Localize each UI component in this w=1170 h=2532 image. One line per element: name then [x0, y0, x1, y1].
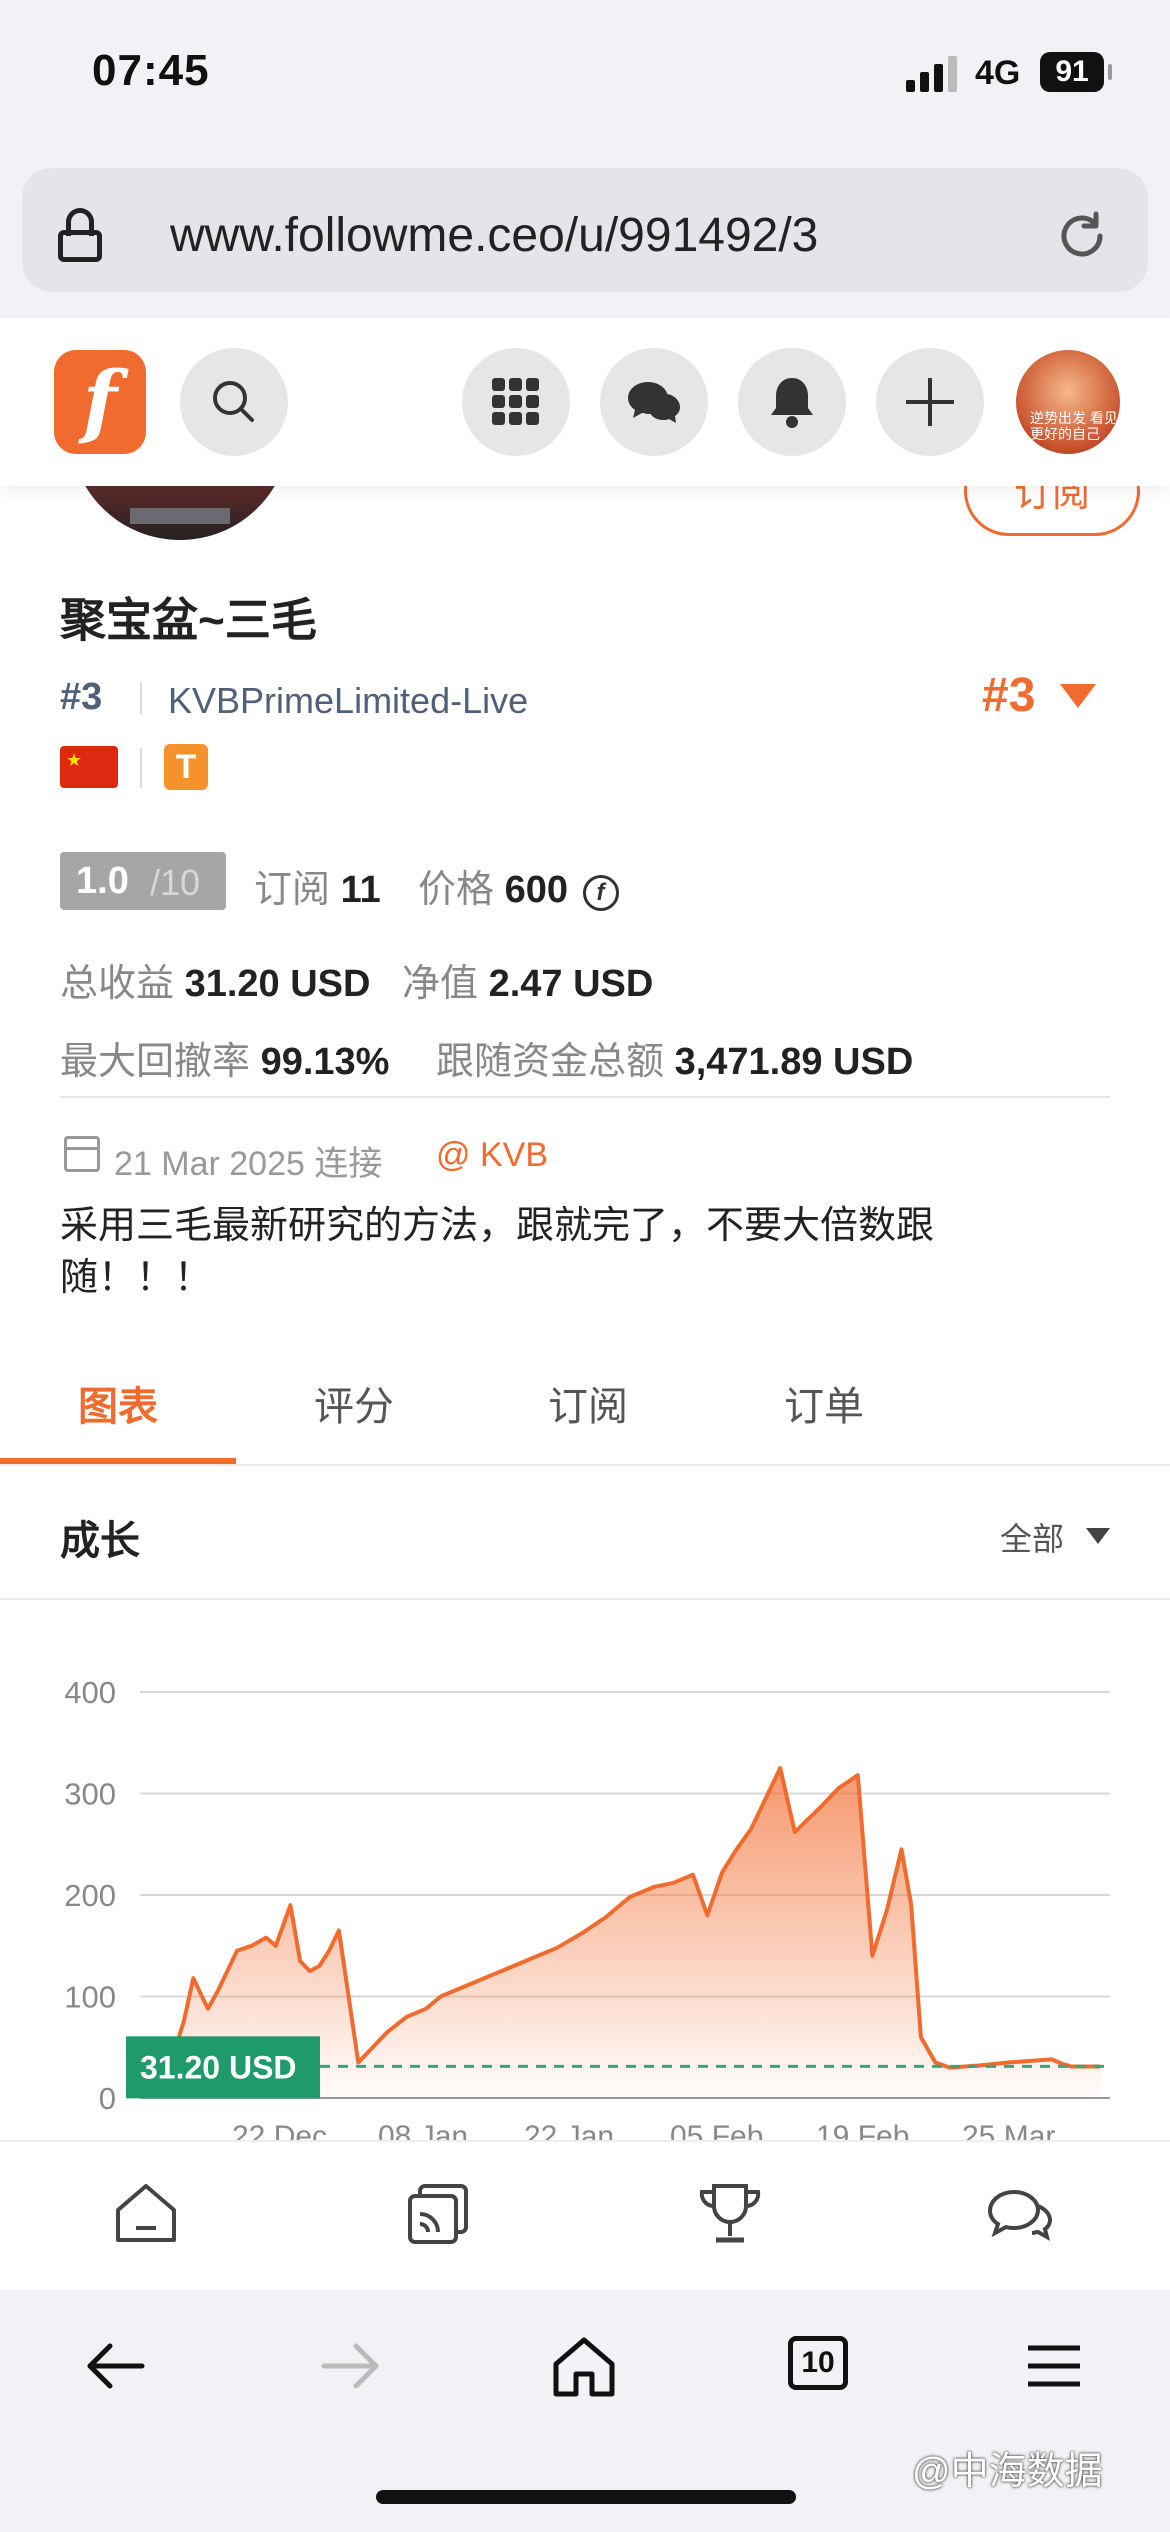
subscribers-stat: 订阅 11: [254, 858, 381, 913]
lock-icon: [58, 208, 102, 262]
trader-name: 聚宝盆~三毛: [60, 594, 317, 646]
messages-button[interactable]: [600, 348, 708, 456]
y-tick-label: 0: [99, 2081, 116, 2116]
net-value-stat: 净值 2.47 USD: [402, 952, 653, 1007]
score-badge: 1.0 /10: [60, 852, 226, 910]
chat-bubbles-icon: [628, 382, 680, 423]
strategy-description: 采用三毛最新研究的方法，跟就完了，不要大倍数跟随！！！: [60, 1205, 935, 1299]
total-profit-label: 总收益: [60, 963, 175, 1005]
address-bar[interactable]: www.followme.ceo/u/991492/3: [22, 168, 1148, 292]
y-tick-label: 100: [64, 1980, 116, 2015]
follow-funds-value: 3,471.89 USD: [674, 1041, 914, 1083]
app-header: f 逆势出发 看见更好的自己: [0, 318, 1170, 486]
max-drawdown-value: 99.13%: [260, 1041, 390, 1083]
connect-date: 21 Mar 2025 连接: [114, 1145, 383, 1183]
broker-account: KVBPrimeLimited-Live: [168, 680, 529, 721]
net-value-label: 净值: [402, 963, 479, 1005]
search-icon: [213, 381, 254, 422]
current-value-label: 31.20 USD: [140, 2049, 297, 2085]
x-tick-label: 25 Mar: [962, 2120, 1055, 2140]
user-avatar[interactable]: 逆势出发 看见更好的自己: [1016, 350, 1120, 454]
feed-icon[interactable]: [402, 2178, 474, 2250]
trophy-icon[interactable]: [694, 2178, 766, 2250]
follow-funds-stat: 跟随资金总额 3,471.89 USD: [436, 1030, 913, 1085]
notifications-button[interactable]: [738, 348, 846, 456]
bell-icon: [771, 378, 813, 428]
max-drawdown-stat: 最大回撤率 99.13%: [60, 1030, 389, 1085]
menu-icon[interactable]: [1018, 2330, 1090, 2402]
forward-icon[interactable]: [314, 2330, 386, 2402]
china-flag-icon: ★: [60, 746, 118, 788]
followme-logo[interactable]: f: [54, 350, 146, 454]
x-tick-label: 08 Jan: [378, 2120, 468, 2140]
reload-icon[interactable]: [1054, 208, 1110, 264]
divider: [0, 1598, 1170, 1600]
subscribers-label: 订阅: [254, 869, 331, 911]
avatar-caption: 逆势出发 看见更好的自己: [1030, 410, 1118, 442]
y-tick-label: 200: [64, 1878, 116, 1913]
tabs-count-button[interactable]: 10: [788, 2336, 848, 2390]
broker-link[interactable]: @ KVB: [436, 1136, 548, 1175]
max-drawdown-label: 最大回撤率: [60, 1041, 251, 1083]
tab-chart[interactable]: 图表: [0, 1374, 236, 1432]
range-dropdown[interactable]: 全部: [1000, 1514, 1064, 1560]
tab-rating[interactable]: 评分: [236, 1374, 472, 1432]
total-profit-stat: 总收益 31.20 USD: [60, 952, 370, 1007]
status-bar: 07:45 4G 91: [0, 0, 1170, 160]
rank-dropdown-icon[interactable]: [1060, 684, 1096, 708]
net-value-value: 2.47 USD: [488, 963, 654, 1005]
network-label: 4G: [975, 54, 1021, 92]
back-icon[interactable]: [80, 2330, 152, 2402]
tab-orders[interactable]: 订单: [706, 1374, 942, 1432]
signal-icon: [906, 56, 960, 92]
active-tab-indicator: [0, 1458, 236, 1464]
rank-badge[interactable]: #3: [982, 668, 1035, 723]
apps-button[interactable]: [462, 348, 570, 456]
search-button[interactable]: [180, 348, 288, 456]
price-value: 600: [504, 869, 568, 911]
growth-chart: 400 300 200 100 0 31.20 USD 22 Dec 08 Jan 22 J…: [64, 1675, 1110, 2140]
browser-home-icon[interactable]: [548, 2330, 620, 2402]
chat-icon[interactable]: [984, 2178, 1056, 2250]
subscribers-count: 11: [340, 869, 381, 911]
divider: [60, 1096, 1110, 1098]
y-tick-label: 400: [64, 1675, 116, 1710]
browser-address-area: www.followme.ceo/u/991492/3: [0, 160, 1170, 318]
follow-funds-label: 跟随资金总额: [436, 1041, 665, 1083]
price-label: 价格: [418, 869, 495, 911]
url-text[interactable]: www.followme.ceo/u/991492/3: [170, 208, 818, 263]
grid-icon: [492, 378, 539, 425]
rank-label: #3: [60, 676, 103, 718]
x-tick-label: 22 Jan: [524, 2120, 614, 2140]
calendar-icon: [64, 1136, 100, 1172]
price-stat: 价格 600 f: [418, 858, 619, 913]
x-tick-label: 22 Dec: [232, 2120, 327, 2140]
y-tick-label: 300: [64, 1777, 116, 1812]
watermark: @中海数据: [912, 2451, 1103, 2493]
tab-subscribe[interactable]: 订阅: [470, 1374, 706, 1432]
battery-tip: [1108, 64, 1112, 80]
home-indicator: [376, 2490, 796, 2504]
home-icon[interactable]: [110, 2178, 182, 2250]
trader-badge: T: [164, 744, 208, 790]
app-bottom-nav: [0, 2140, 1170, 2290]
plus-icon: [906, 378, 954, 426]
create-button[interactable]: [876, 348, 984, 456]
divider: [140, 748, 142, 788]
divider: [140, 682, 142, 714]
total-profit-value: 31.20 USD: [184, 963, 371, 1005]
x-tick-label: 19 Feb: [816, 2120, 909, 2140]
profile-tabs: 图表 评分 订阅 订单: [0, 1348, 1170, 1466]
chevron-down-icon[interactable]: [1086, 1528, 1110, 1544]
status-time: 07:45: [92, 46, 210, 95]
x-tick-label: 05 Feb: [670, 2120, 763, 2140]
score-value: 1.0: [76, 860, 129, 902]
section-title: 成长: [60, 1519, 140, 1563]
battery-icon: 91: [1040, 52, 1104, 92]
score-max: /10: [150, 862, 201, 903]
coin-icon: f: [582, 875, 619, 911]
